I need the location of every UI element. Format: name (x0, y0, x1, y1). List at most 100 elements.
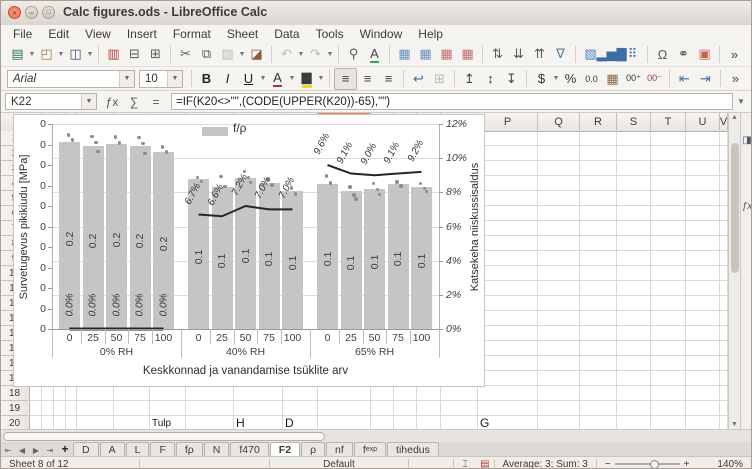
column-header-V[interactable]: V (720, 113, 728, 130)
menu-window[interactable]: Window (352, 26, 411, 42)
sheet-tab-nf[interactable]: nf (326, 442, 353, 456)
number-format-button-button[interactable]: 0.0 (581, 69, 602, 89)
center-vertically-button-button[interactable]: ↕ (480, 69, 501, 89)
hyperlink-button[interactable]: ⚭ (673, 44, 694, 64)
scroll-down-icon[interactable]: ▼ (729, 421, 740, 428)
sidebar-functions-icon[interactable]: ƒx (741, 201, 752, 212)
sort-descending-button[interactable]: ⇈ (529, 44, 550, 64)
cell-J20[interactable]: D (285, 416, 294, 429)
align-top-button-button[interactable]: ↥ (459, 69, 480, 89)
zoom-slider[interactable]: − + (597, 459, 698, 469)
sheet-tab-L[interactable]: L (126, 442, 150, 456)
add-sheet-icon[interactable]: + (57, 442, 73, 456)
equals-icon[interactable]: = (145, 95, 167, 109)
menu-file[interactable]: File (5, 26, 40, 42)
date-format-button-button[interactable]: ▦ (602, 69, 623, 89)
sheet-tab-N[interactable]: N (204, 442, 230, 456)
vertical-scrollbar[interactable]: ▲ ▼ (728, 113, 740, 429)
menu-sheet[interactable]: Sheet (219, 26, 266, 42)
menu-help[interactable]: Help (410, 26, 451, 42)
bold-button-button[interactable]: B (196, 69, 217, 89)
horizontal-scrollbar[interactable] (1, 429, 752, 442)
minimize-icon[interactable]: − (25, 6, 38, 19)
cell-P20[interactable]: G (480, 416, 489, 429)
horizontal-scrollbar-thumb[interactable] (3, 432, 325, 441)
increase-indent-button-button[interactable]: ⇥ (695, 69, 716, 89)
menu-format[interactable]: Format (165, 26, 219, 42)
title-bar[interactable]: × − □ Calc figures.ods - LibreOffice Cal… (1, 1, 752, 26)
currency-button-button[interactable]: $ (531, 69, 552, 89)
font-size-combobox[interactable]: 10▼ (139, 70, 183, 88)
next-sheet-icon[interactable]: ▶ (29, 446, 43, 456)
font-color-button-button[interactable]: A (267, 69, 288, 89)
special-character-button[interactable]: Ω (652, 44, 673, 64)
font-name-combobox[interactable]: Arial▼ (7, 70, 135, 88)
redo-dropdown-icon[interactable]: ▼ (326, 51, 334, 58)
align-right-button-button[interactable]: ≡ (378, 69, 399, 89)
sheet-tab-fρ[interactable]: fρ (176, 442, 203, 456)
insert-column-button[interactable]: ▦ (415, 44, 436, 64)
save-dropdown-icon[interactable]: ▼ (86, 51, 94, 58)
scroll-up-icon[interactable]: ▲ (729, 114, 740, 121)
toolbar-overflow-button[interactable]: » (724, 44, 745, 64)
sidebar-properties-icon[interactable]: ◨ (741, 135, 752, 146)
delete-column-button[interactable]: ▦ (457, 44, 478, 64)
highlight-color-button-dropdown-icon[interactable]: ▼ (317, 75, 325, 82)
embedded-chart[interactable]: 0000000000012%10%8%6%4%2%0%0.20.20.20.20… (13, 114, 485, 387)
close-icon[interactable]: × (8, 6, 21, 19)
sheet-tab-F[interactable]: F (150, 442, 174, 456)
sort-button[interactable]: ⇅ (487, 44, 508, 64)
currency-button-dropdown-icon[interactable]: ▼ (552, 75, 560, 82)
vertical-scrollbar-thumb[interactable] (731, 143, 739, 273)
delete-decimal-button-button[interactable]: 00⁻ (644, 69, 665, 89)
previous-sheet-icon[interactable]: ◀ (15, 446, 29, 456)
print-preview-button[interactable]: ⊞ (145, 44, 166, 64)
font-color-button-dropdown-icon[interactable]: ▼ (288, 75, 296, 82)
row-header-19[interactable]: 19 (1, 401, 28, 416)
toolbar2-overflow-button[interactable]: » (725, 69, 746, 89)
wrap-text-button-button[interactable]: ↩ (408, 69, 429, 89)
add-decimal-button-button[interactable]: 00⁺ (623, 69, 644, 89)
maximize-icon[interactable]: □ (42, 6, 55, 19)
column-header-Q[interactable]: Q (538, 113, 580, 130)
sheet-tab-tihedus[interactable]: tihedus (387, 442, 439, 456)
row-header-18[interactable]: 18 (1, 386, 28, 401)
sheet-tab-f470[interactable]: f470 (230, 442, 268, 456)
new-button[interactable]: ▤ (7, 44, 28, 64)
decrease-indent-button-button[interactable]: ⇤ (674, 69, 695, 89)
zoom-slider-thumb[interactable] (650, 460, 659, 469)
sheet-tab-fexp[interactable]: fexp (354, 442, 386, 456)
italic-button-button[interactable]: I (217, 69, 238, 89)
sheet-tab-F2[interactable]: F2 (270, 442, 300, 456)
column-header-S[interactable]: S (617, 113, 651, 130)
menu-tools[interactable]: Tools (308, 26, 352, 42)
unsaved-changes-icon[interactable]: ▤ (476, 459, 493, 469)
delete-row-button[interactable]: ▦ (436, 44, 457, 64)
clone-formatting-button[interactable]: ◪ (246, 44, 267, 64)
underline-button-dropdown-icon[interactable]: ▼ (259, 75, 267, 82)
page-style[interactable]: Default (270, 459, 408, 469)
zoom-in-icon[interactable]: + (684, 459, 690, 469)
sort-ascending-button[interactable]: ⇊ (508, 44, 529, 64)
column-header-P[interactable]: P (478, 113, 538, 130)
cell-I20[interactable]: H (236, 416, 245, 429)
name-box-dropdown-icon[interactable]: ▼ (81, 94, 96, 109)
sum-icon[interactable]: ∑ (123, 95, 145, 109)
paste-dropdown-icon[interactable]: ▼ (238, 51, 246, 58)
menu-edit[interactable]: Edit (40, 26, 77, 42)
column-header-U[interactable]: U (686, 113, 720, 130)
expand-formula-bar-icon[interactable]: ▼ (733, 97, 749, 106)
align-bottom-button-button[interactable]: ↧ (501, 69, 522, 89)
underline-button-button[interactable]: U (238, 69, 259, 89)
new-dropdown-icon[interactable]: ▼ (28, 51, 36, 58)
print-button[interactable]: ⊟ (124, 44, 145, 64)
menu-view[interactable]: View (77, 26, 119, 42)
save-button[interactable]: ◫ (65, 44, 86, 64)
align-center-button-button[interactable]: ≡ (357, 69, 378, 89)
first-sheet-icon[interactable]: ⇤ (1, 446, 15, 456)
column-header-R[interactable]: R (580, 113, 617, 130)
menu-insert[interactable]: Insert (119, 26, 165, 42)
copy-button[interactable]: ⧉ (196, 44, 217, 64)
font-name-dropdown-icon[interactable]: ▼ (119, 71, 134, 87)
insert-pivot-button[interactable]: ⠿ (622, 44, 643, 64)
